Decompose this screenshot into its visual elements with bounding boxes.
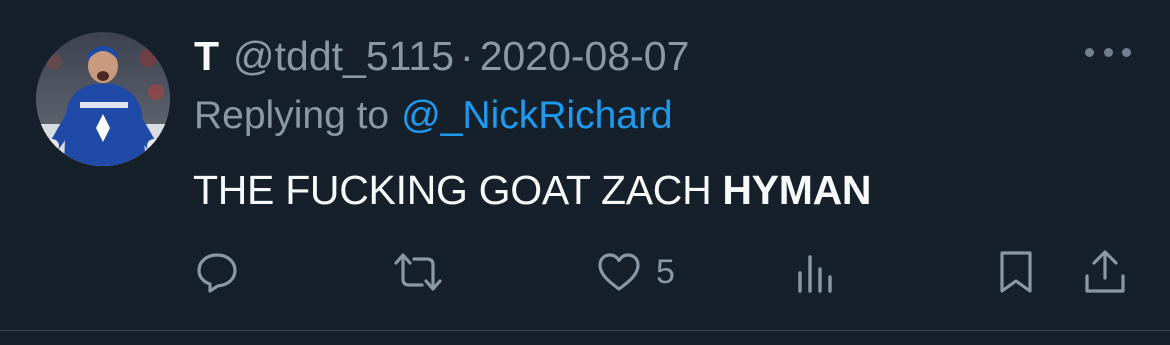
replying-to-label: Replying to — [194, 94, 390, 137]
tweet-header: T @tddt_5115 · 2020-08-07 — [194, 28, 689, 84]
tweet[interactable]: T @tddt_5115 · 2020-08-07 Replying to @_… — [0, 0, 1170, 345]
share-icon — [1085, 250, 1125, 293]
like-button[interactable]: 5 — [596, 246, 675, 298]
more-dot-icon — [1103, 47, 1113, 57]
share-button[interactable] — [1082, 246, 1128, 298]
tweet-text-regular: THE FUCKING GOAT ZACH — [193, 166, 712, 213]
replying-to-mention[interactable]: @_NickRichard — [401, 94, 673, 138]
replying-to: Replying to @_NickRichard — [194, 90, 673, 142]
avatar[interactable] — [36, 32, 170, 166]
user-handle[interactable]: @tddt_5115 — [233, 33, 454, 80]
more-dot-icon — [1085, 47, 1094, 57]
avatar-image — [36, 32, 170, 166]
more-options-button[interactable] — [1085, 40, 1131, 64]
bookmark-icon — [1000, 251, 1032, 293]
bookmark-button[interactable] — [996, 246, 1036, 298]
reply-icon — [197, 253, 237, 293]
tweet-text-bold: HYMAN — [722, 166, 872, 213]
views-button[interactable] — [796, 246, 836, 298]
like-count: 5 — [656, 252, 675, 291]
divider — [0, 330, 1170, 331]
retweet-icon — [394, 253, 442, 291]
tweet-date[interactable]: 2020-08-07 — [480, 33, 690, 80]
header-separator: · — [460, 32, 474, 79]
reply-button[interactable] — [194, 246, 240, 298]
action-bar: 5 — [0, 240, 1170, 304]
views-icon — [798, 255, 832, 293]
more-dot-icon — [1122, 47, 1131, 57]
display-name[interactable]: T — [194, 33, 219, 80]
tweet-text: THE FUCKING GOAT ZACH HYMAN — [193, 162, 872, 218]
retweet-button[interactable] — [392, 246, 444, 298]
like-icon — [598, 253, 640, 291]
